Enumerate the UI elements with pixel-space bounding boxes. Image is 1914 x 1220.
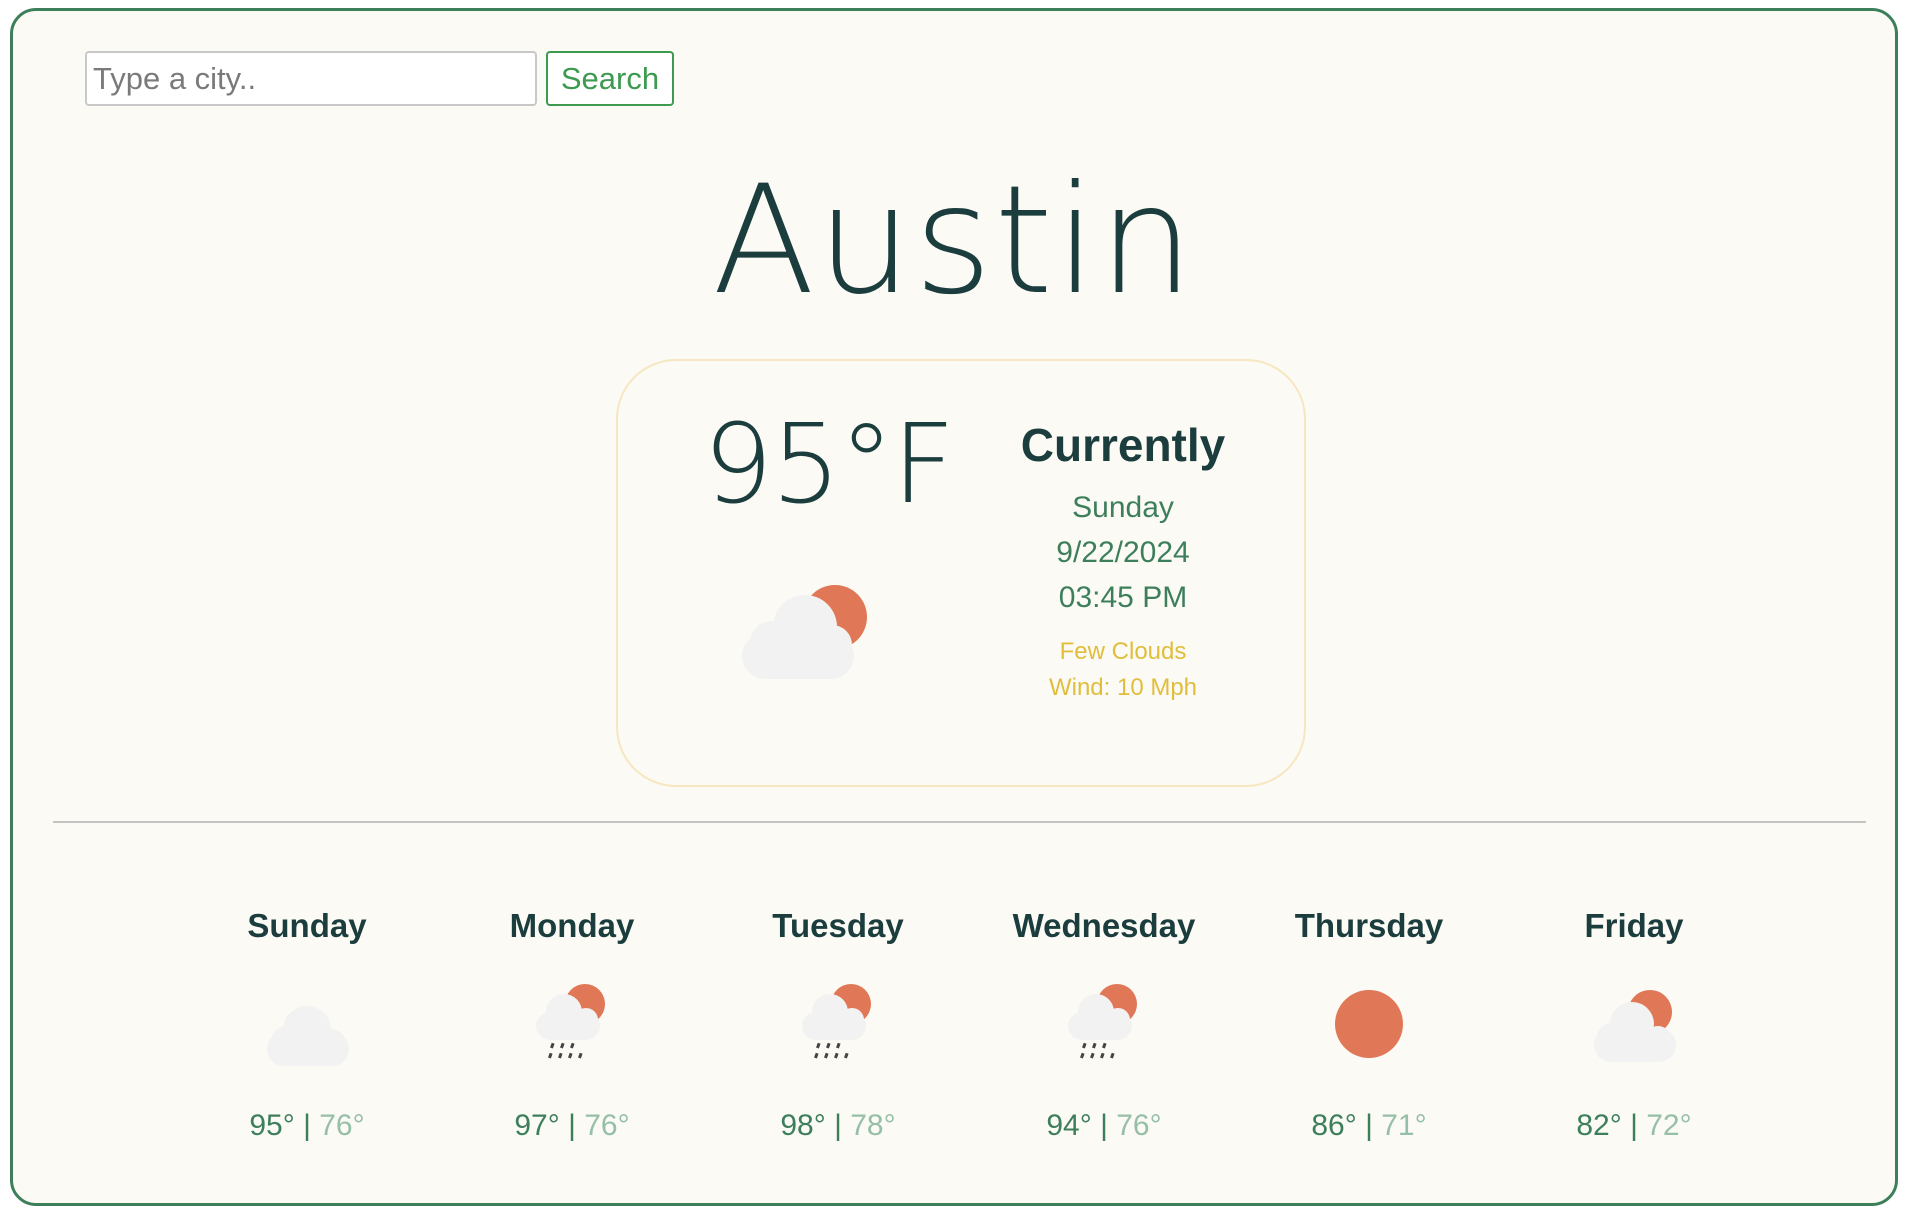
current-day: Sunday xyxy=(1072,491,1174,524)
forecast-low: 76° xyxy=(1116,1109,1162,1142)
current-date: 9/22/2024 xyxy=(1056,536,1190,569)
forecast-temps: 95° | 76° xyxy=(177,1108,437,1144)
rain-sun-icon xyxy=(1068,984,1137,1059)
current-time: 03:45 PM xyxy=(1058,581,1188,614)
forecast-temps: 97° | 76° xyxy=(442,1108,702,1144)
forecast-temps: 98° | 78° xyxy=(708,1108,968,1144)
forecast-high: 82° xyxy=(1576,1109,1622,1142)
wind-speed: Wind: 10 Mph xyxy=(1048,674,1198,701)
city-search-input[interactable] xyxy=(85,51,537,106)
forecast-day: Tuesday 98° | 78° xyxy=(708,906,968,1144)
forecast-day: Wednesday 94° | 76° xyxy=(974,906,1234,1144)
forecast-day-name: Friday xyxy=(1584,907,1684,944)
temp-separator: | xyxy=(1100,1109,1108,1142)
forecast-temps: 82° | 72° xyxy=(1504,1108,1764,1144)
currently-heading: Currently xyxy=(1020,419,1226,471)
forecast-low: 71° xyxy=(1381,1109,1427,1142)
rain-sun-icon xyxy=(802,984,871,1059)
forecast-low: 76° xyxy=(319,1109,365,1142)
few-clouds-icon xyxy=(742,585,867,679)
forecast-day: Sunday 95° | 76° xyxy=(177,906,437,1144)
rain-sun-icon xyxy=(536,984,605,1059)
forecast-high: 95° xyxy=(249,1109,295,1142)
forecast-day-name: Sunday xyxy=(247,907,367,944)
temp-separator: | xyxy=(1365,1109,1373,1142)
few-clouds-icon xyxy=(1594,990,1676,1062)
temp-separator: | xyxy=(834,1109,842,1142)
forecast-temps: 86° | 71° xyxy=(1239,1108,1499,1144)
cloud-icon xyxy=(267,1006,349,1066)
forecast-high: 94° xyxy=(1046,1109,1092,1142)
forecast-day-name: Tuesday xyxy=(772,907,904,944)
temp-separator: | xyxy=(303,1109,311,1142)
forecast-high: 86° xyxy=(1311,1109,1357,1142)
forecast-low: 78° xyxy=(850,1109,896,1142)
forecast-day-name: Monday xyxy=(509,907,635,944)
city-name: Austin xyxy=(712,154,1196,328)
temp-separator: | xyxy=(568,1109,576,1142)
divider xyxy=(53,821,1866,823)
forecast-day: Friday 82° | 72° xyxy=(1504,906,1764,1144)
forecast-high: 98° xyxy=(780,1109,826,1142)
sun-icon xyxy=(1335,990,1403,1058)
forecast-day: Thursday 86° | 71° xyxy=(1239,906,1499,1144)
forecast-high: 97° xyxy=(514,1109,560,1142)
weather-description: Few Clouds xyxy=(1059,638,1187,665)
current-info: Currently Sunday 9/22/2024 03:45 PM Few … xyxy=(998,419,1248,706)
current-temperature: 95°F xyxy=(703,400,955,528)
app-frame: Search Austin 95°F Currently Sunday 9/22… xyxy=(10,8,1898,1206)
forecast-day-name: Thursday xyxy=(1294,907,1444,944)
forecast-low: 76° xyxy=(584,1109,630,1142)
forecast-day: Monday 97° | 76° xyxy=(442,906,702,1144)
temp-separator: | xyxy=(1630,1109,1638,1142)
forecast-temps: 94° | 76° xyxy=(974,1108,1234,1144)
search-button[interactable]: Search xyxy=(546,51,674,106)
forecast-low: 72° xyxy=(1646,1109,1692,1142)
forecast-day-name: Wednesday xyxy=(1012,907,1196,944)
current-weather-card: 95°F Currently Sunday 9/22/2024 03:45 PM… xyxy=(616,359,1306,787)
